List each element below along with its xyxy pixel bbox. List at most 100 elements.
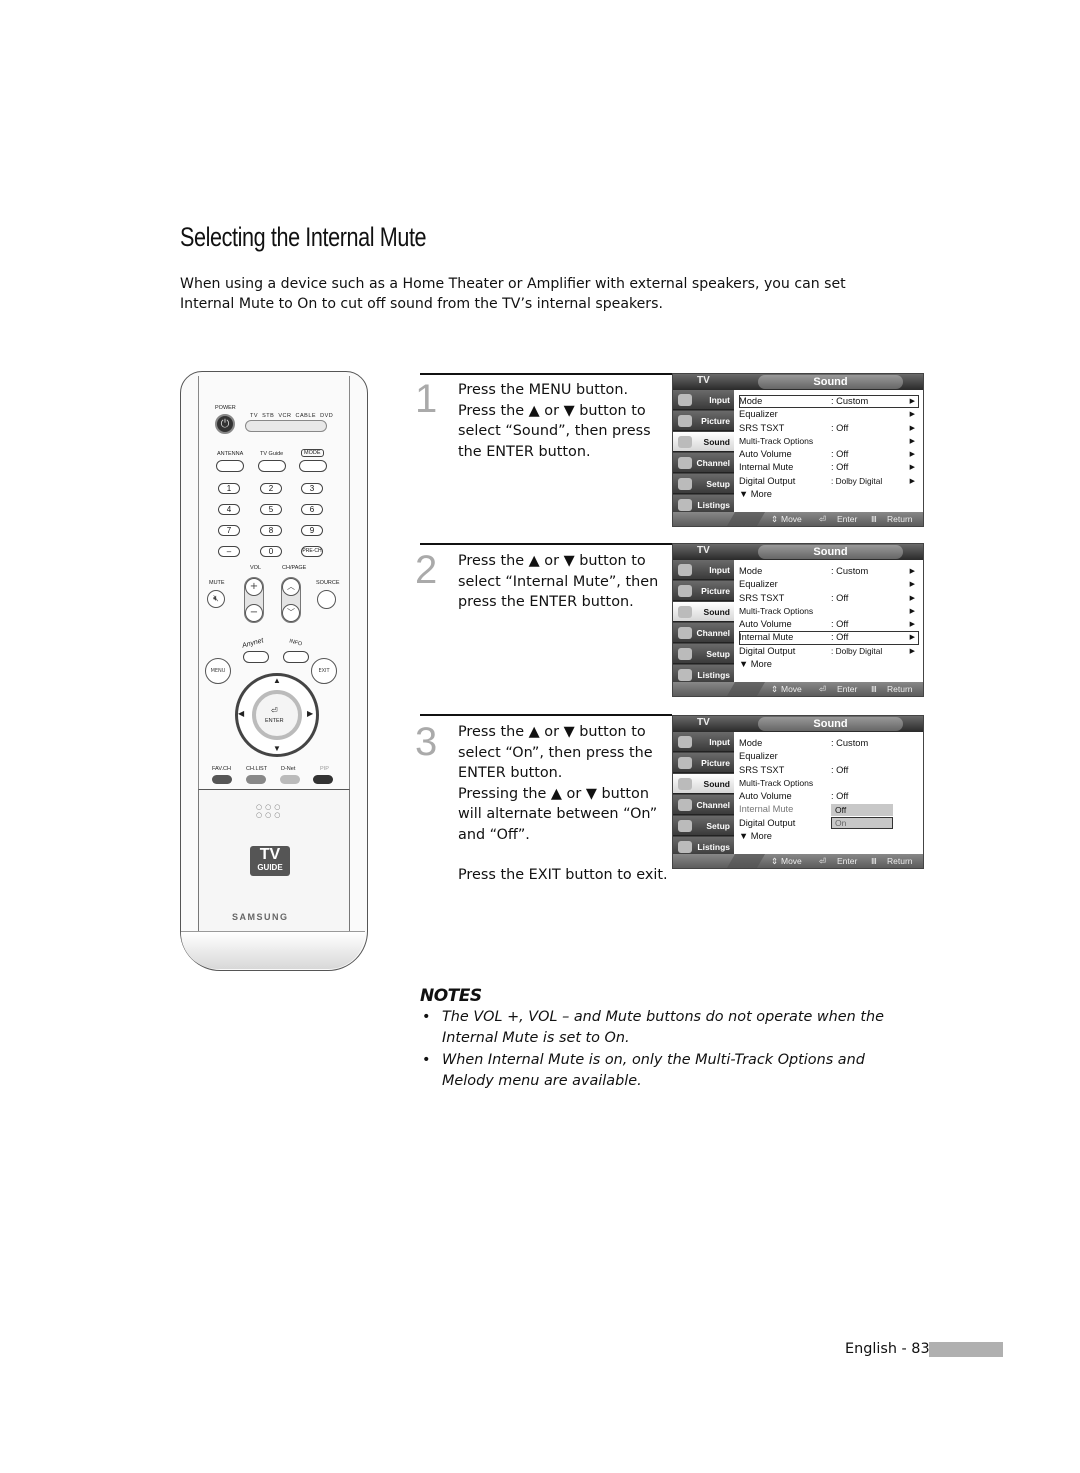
osd-item-value: : Off xyxy=(831,764,849,775)
mute-button[interactable]: 🔇︎ xyxy=(207,590,225,608)
osd-tab-picture[interactable]: Picture xyxy=(673,753,734,773)
chevron-right-icon: ▶ xyxy=(909,621,915,629)
exit-button[interactable]: EXIT xyxy=(311,658,337,684)
osd-tab-picture[interactable]: Picture xyxy=(673,581,734,601)
osd-menu-item[interactable]: Equalizer ▶ xyxy=(739,578,919,591)
osd-tab-setup[interactable]: Setup xyxy=(673,644,734,664)
osd-tab-sound[interactable]: Sound xyxy=(673,432,734,452)
osd-title: Sound xyxy=(758,717,903,731)
osd-menu-item[interactable]: Auto Volume: Off ▶ xyxy=(739,448,919,461)
dnet-button[interactable] xyxy=(280,775,300,784)
osd-tab-label: Listings xyxy=(697,670,730,680)
osd-menu-item[interactable]: Mode: Custom ▶ xyxy=(739,395,919,409)
osd-item-label: Equalizer xyxy=(739,579,778,590)
osd-tab-label: Picture xyxy=(701,586,730,596)
digit-7-button[interactable]: 7 xyxy=(218,525,240,536)
osd-menu-item[interactable]: ▼ More xyxy=(739,658,919,671)
osd-menu-item[interactable]: Digital Output: Dolby Digital ▶ xyxy=(739,645,919,658)
digit-1-button[interactable]: 1 xyxy=(218,483,240,494)
dpad-right[interactable]: ▶ xyxy=(307,709,313,718)
power-button[interactable]: ⏻ xyxy=(215,414,235,434)
remote-base xyxy=(181,931,365,969)
osd-tab-channel[interactable]: Channel xyxy=(673,453,734,473)
osd-tab-channel[interactable]: Channel xyxy=(673,795,734,815)
osd-menu-item[interactable]: Mode: Custom ▶ xyxy=(739,565,919,578)
dpad-left[interactable]: ◀ xyxy=(238,709,244,718)
osd-menu-item[interactable]: Digital Output: Dolby Digital ▶ xyxy=(739,475,919,488)
osd-menu-item[interactable]: Multi-Track Options ▶ xyxy=(739,435,919,448)
vol-up-button[interactable]: + xyxy=(245,578,263,596)
osd-screen-2: TV Sound Input Picture Sound Channel Setup List… xyxy=(672,543,924,697)
osd-menu-item[interactable]: Auto Volume : Off xyxy=(739,790,919,803)
osd-title: Sound xyxy=(758,375,903,389)
digit-6-button[interactable]: 6 xyxy=(301,504,323,515)
osd-menu-item[interactable]: Multi-Track Options xyxy=(739,777,919,790)
chevron-right-icon: ▶ xyxy=(909,437,915,445)
osd-menu-item[interactable]: SRS TSXT : Off xyxy=(739,764,919,777)
osd-item-label: Auto Volume xyxy=(739,619,792,630)
dropdown-option-on[interactable]: On xyxy=(831,816,893,829)
picture-icon xyxy=(678,757,692,769)
dpad-up[interactable]: ▲ xyxy=(273,676,281,685)
osd-item-label: ▼ More xyxy=(739,489,772,500)
menu-button[interactable]: MENU xyxy=(205,658,231,684)
osd-tab-channel[interactable]: Channel xyxy=(673,623,734,643)
osd-item-label: SRS TSXT xyxy=(739,764,785,775)
osd-tab-input[interactable]: Input xyxy=(673,732,734,752)
info-button[interactable] xyxy=(283,651,309,663)
osd-menu-item[interactable]: Auto Volume: Off ▶ xyxy=(739,618,919,631)
tvguide-button[interactable] xyxy=(258,460,286,472)
osd-menu-item[interactable]: SRS TSXT: Off ▶ xyxy=(739,422,919,435)
antenna-button[interactable] xyxy=(216,460,244,472)
ch-down-button[interactable]: ﹀ xyxy=(282,604,300,622)
osd-menu-item[interactable]: Multi-Track Options ▶ xyxy=(739,605,919,618)
dropdown-option-off[interactable]: Off xyxy=(831,803,893,816)
osd-tab-input[interactable]: Input xyxy=(673,390,734,410)
vol-down-button[interactable]: − xyxy=(245,604,263,622)
digit-8-button[interactable]: 8 xyxy=(260,525,282,536)
digit-0-button[interactable]: 0 xyxy=(260,546,282,557)
prech-button[interactable]: PRE-CH xyxy=(301,546,323,557)
chlist-button[interactable] xyxy=(246,775,266,784)
osd-menu-item[interactable]: Mode: Custom xyxy=(739,737,919,750)
osd-tab-setup[interactable]: Setup xyxy=(673,474,734,494)
digit-5-button[interactable]: 5 xyxy=(260,504,282,515)
osd-item-value: : Off xyxy=(831,791,849,802)
osd-menu-item[interactable]: Internal Mute: Off ▶ xyxy=(739,461,919,474)
favch-button[interactable] xyxy=(212,775,232,784)
osd-tab-sound[interactable]: Sound xyxy=(673,774,734,794)
anynet-button[interactable] xyxy=(243,651,269,663)
osd-menu-item[interactable]: Equalizer ▶ xyxy=(739,408,919,421)
mode-button[interactable] xyxy=(299,460,327,472)
osd-tab-picture[interactable]: Picture xyxy=(673,411,734,431)
digit-9-button[interactable]: 9 xyxy=(301,525,323,536)
osd-menu-item[interactable]: ▼ More xyxy=(739,830,919,843)
dpad-down[interactable]: ▼ xyxy=(273,744,281,753)
bullet-icon: • xyxy=(422,1009,431,1025)
return-icon: Ⅲ xyxy=(871,684,877,694)
osd-tab-input[interactable]: Input xyxy=(673,560,734,580)
osd-menu-item[interactable]: SRS TSXT: Off ▶ xyxy=(739,592,919,605)
digit-4-button[interactable]: 4 xyxy=(218,504,240,515)
osd-item-label: Auto Volume xyxy=(739,791,792,802)
digit-2-button[interactable]: 2 xyxy=(260,483,282,494)
source-button[interactable] xyxy=(317,590,336,609)
source-mode-labels: TV STB VCR CABLE DVD xyxy=(250,413,333,419)
osd-item-label: SRS TSXT xyxy=(739,422,785,433)
dash-button[interactable]: – xyxy=(218,546,240,557)
chevron-right-icon: ▶ xyxy=(909,451,915,459)
vol-label: VOL xyxy=(250,565,262,571)
osd-tab-setup[interactable]: Setup xyxy=(673,816,734,836)
osd-menu-item[interactable]: ▼ More xyxy=(739,488,919,501)
input-icon xyxy=(678,394,692,406)
osd-menu-list: Mode: Custom ▶ Equalizer ▶ SRS TSXT: Off ▶ Mul… xyxy=(739,395,919,501)
enter-button[interactable] xyxy=(252,690,302,740)
note-item: • When Internal Mute is on, only the Mul… xyxy=(422,1050,902,1092)
listings-icon xyxy=(678,499,692,511)
osd-menu-item[interactable]: Equalizer xyxy=(739,750,919,763)
osd-menu-item[interactable]: Internal Mute: Off ▶ xyxy=(739,631,919,645)
ch-up-button[interactable]: ︿ xyxy=(282,578,300,596)
osd-tab-sound[interactable]: Sound xyxy=(673,602,734,622)
digit-3-button[interactable]: 3 xyxy=(301,483,323,494)
pip-button[interactable] xyxy=(313,775,333,784)
